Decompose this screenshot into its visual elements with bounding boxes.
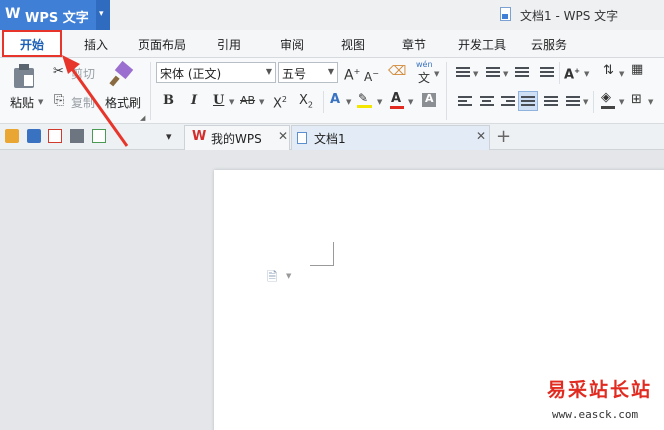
watermark-text: 易采站长站: [547, 379, 653, 401]
arrow-shaft: [68, 65, 129, 147]
watermark-url: www.easck.com: [552, 408, 639, 421]
annotation-arrow: [62, 55, 129, 147]
arrow-head: [62, 55, 80, 74]
